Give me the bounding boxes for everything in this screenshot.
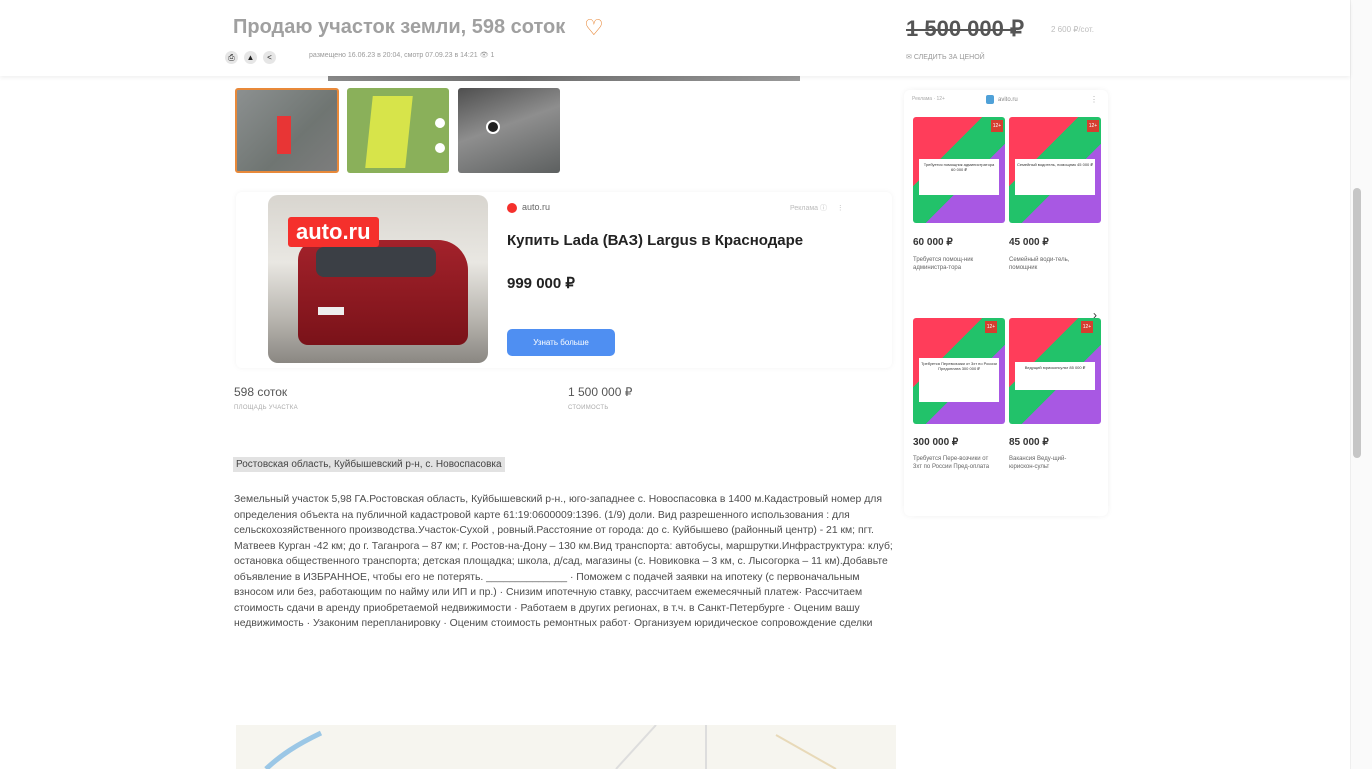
description: Земельный участок 5,98 ГА.Ростовская обл… [234, 494, 893, 629]
feed-source[interactable]: avito.ru [998, 97, 1018, 103]
ad-label-text: Реклама [790, 205, 819, 212]
listing-meta: размещено 16.06.23 в 20:04, смотр 07.09.… [309, 51, 494, 59]
auto-ru-logo: auto.ru [288, 217, 379, 247]
feed-card-4[interactable]: Ведущий юрисконсульт 85 000 ₽ [1009, 318, 1101, 424]
listing-title: Продаю участок земли, 598 соток [233, 16, 566, 38]
views-count: 1 [490, 52, 495, 59]
feed-menu-icon[interactable]: ⋮ [1090, 95, 1098, 104]
card-2-text: Семейный водитель, помощник 45 000 ₽ [1015, 159, 1095, 195]
ad-more-button[interactable]: Узнать больше [507, 329, 615, 356]
feed-card-2[interactable]: Семейный водитель, помощник 45 000 ₽ [1009, 117, 1101, 223]
car-windshield [316, 247, 436, 277]
print-icon[interactable]: ⎙ [225, 51, 238, 64]
zoom-in-icon[interactable] [435, 118, 445, 128]
photo-thumb-1[interactable] [235, 88, 339, 173]
price-per-sotka: 2 600 ₽/сот. [1051, 25, 1094, 34]
card-3-badge: 12+ [985, 321, 997, 333]
chevron-right-icon[interactable]: › [1093, 308, 1097, 322]
card-2-desc: Семейный води-тель, помощник [1009, 257, 1070, 271]
card-3-desc: Требуется Пере-возчики от 3хт по России … [913, 456, 990, 470]
param-area-value: 598 соток [234, 385, 288, 399]
card-4-text: Ведущий юрисконсульт 85 000 ₽ [1015, 362, 1095, 390]
feed-card-1[interactable]: Требуется помощник администратора 60 000… [913, 117, 1005, 223]
eye-icon: 👁 [479, 52, 491, 59]
avito-logo-icon [986, 95, 994, 104]
card-1-desc: Требуется помощ-ник администра-тора [913, 257, 974, 271]
card-2-price: 45 000 ₽ [1009, 237, 1049, 248]
scrollbar-thumb[interactable] [1353, 188, 1361, 458]
ad-price: 999 000 ₽ [507, 275, 575, 292]
warning-icon[interactable]: ▲ [244, 51, 257, 64]
photo-thumb-2[interactable] [347, 88, 449, 173]
mail-icon: ✉ [906, 54, 914, 61]
card-3-text: Требуется Перевозчики от 3хт по России П… [919, 358, 999, 402]
follow-label: СЛЕДИТЬ ЗА ЦЕНОЙ [913, 54, 985, 61]
plot-red-marker [277, 116, 291, 154]
dates-text: размещено 16.06.23 в 20:04, смотр 07.09.… [309, 52, 478, 59]
ad-source-icon [507, 203, 517, 213]
card-4-price: 85 000 ₽ [1009, 437, 1049, 448]
ad-title[interactable]: Купить Lada (ВАЗ) Largus в Краснодаре [507, 232, 803, 249]
card-3-price: 300 000 ₽ [913, 437, 959, 448]
ad-label: Реклама ⓘ ⋮ [790, 205, 844, 212]
map-roads [264, 724, 837, 771]
follow-price-button[interactable]: ✉ СЛЕДИТЬ ЗА ЦЕНОЙ [906, 53, 985, 61]
map-pin-icon [486, 120, 500, 134]
zoom-out-icon[interactable] [435, 143, 445, 153]
car-plate [318, 307, 344, 315]
location-map[interactable] [236, 724, 896, 771]
card-1-text: Требуется помощник администратора 60 000… [919, 159, 999, 195]
price-strikethrough [906, 29, 1016, 31]
card-4-desc: Вакансия Веду-щий-юрискон-сульт [1009, 456, 1067, 470]
param-cost-value: 1 500 000 ₽ [568, 385, 633, 399]
sticky-header [0, 0, 1350, 76]
plot-yellow-area [365, 96, 413, 168]
address[interactable]: Ростовская область, Куйбышевский р-н, с.… [233, 457, 505, 472]
photo-thumb-3[interactable] [458, 88, 560, 173]
card-1-badge: 12+ [991, 120, 1003, 132]
param-area-label: ПЛОЩАДЬ УЧАСТКА [234, 405, 298, 411]
card-4-badge: 12+ [1081, 321, 1093, 333]
favorite-heart-icon[interactable]: ♡ [584, 15, 604, 41]
ad-source[interactable]: auto.ru [522, 202, 550, 212]
param-cost-label: СТОИМОСТЬ [568, 405, 609, 411]
feed-top-label: Реклама · 12+ [912, 96, 945, 102]
card-2-badge: 12+ [1087, 120, 1099, 132]
card-1-price: 60 000 ₽ [913, 237, 953, 248]
share-icon[interactable]: < [263, 51, 276, 64]
feed-card-3[interactable]: Требуется Перевозчики от 3хт по России П… [913, 318, 1005, 424]
